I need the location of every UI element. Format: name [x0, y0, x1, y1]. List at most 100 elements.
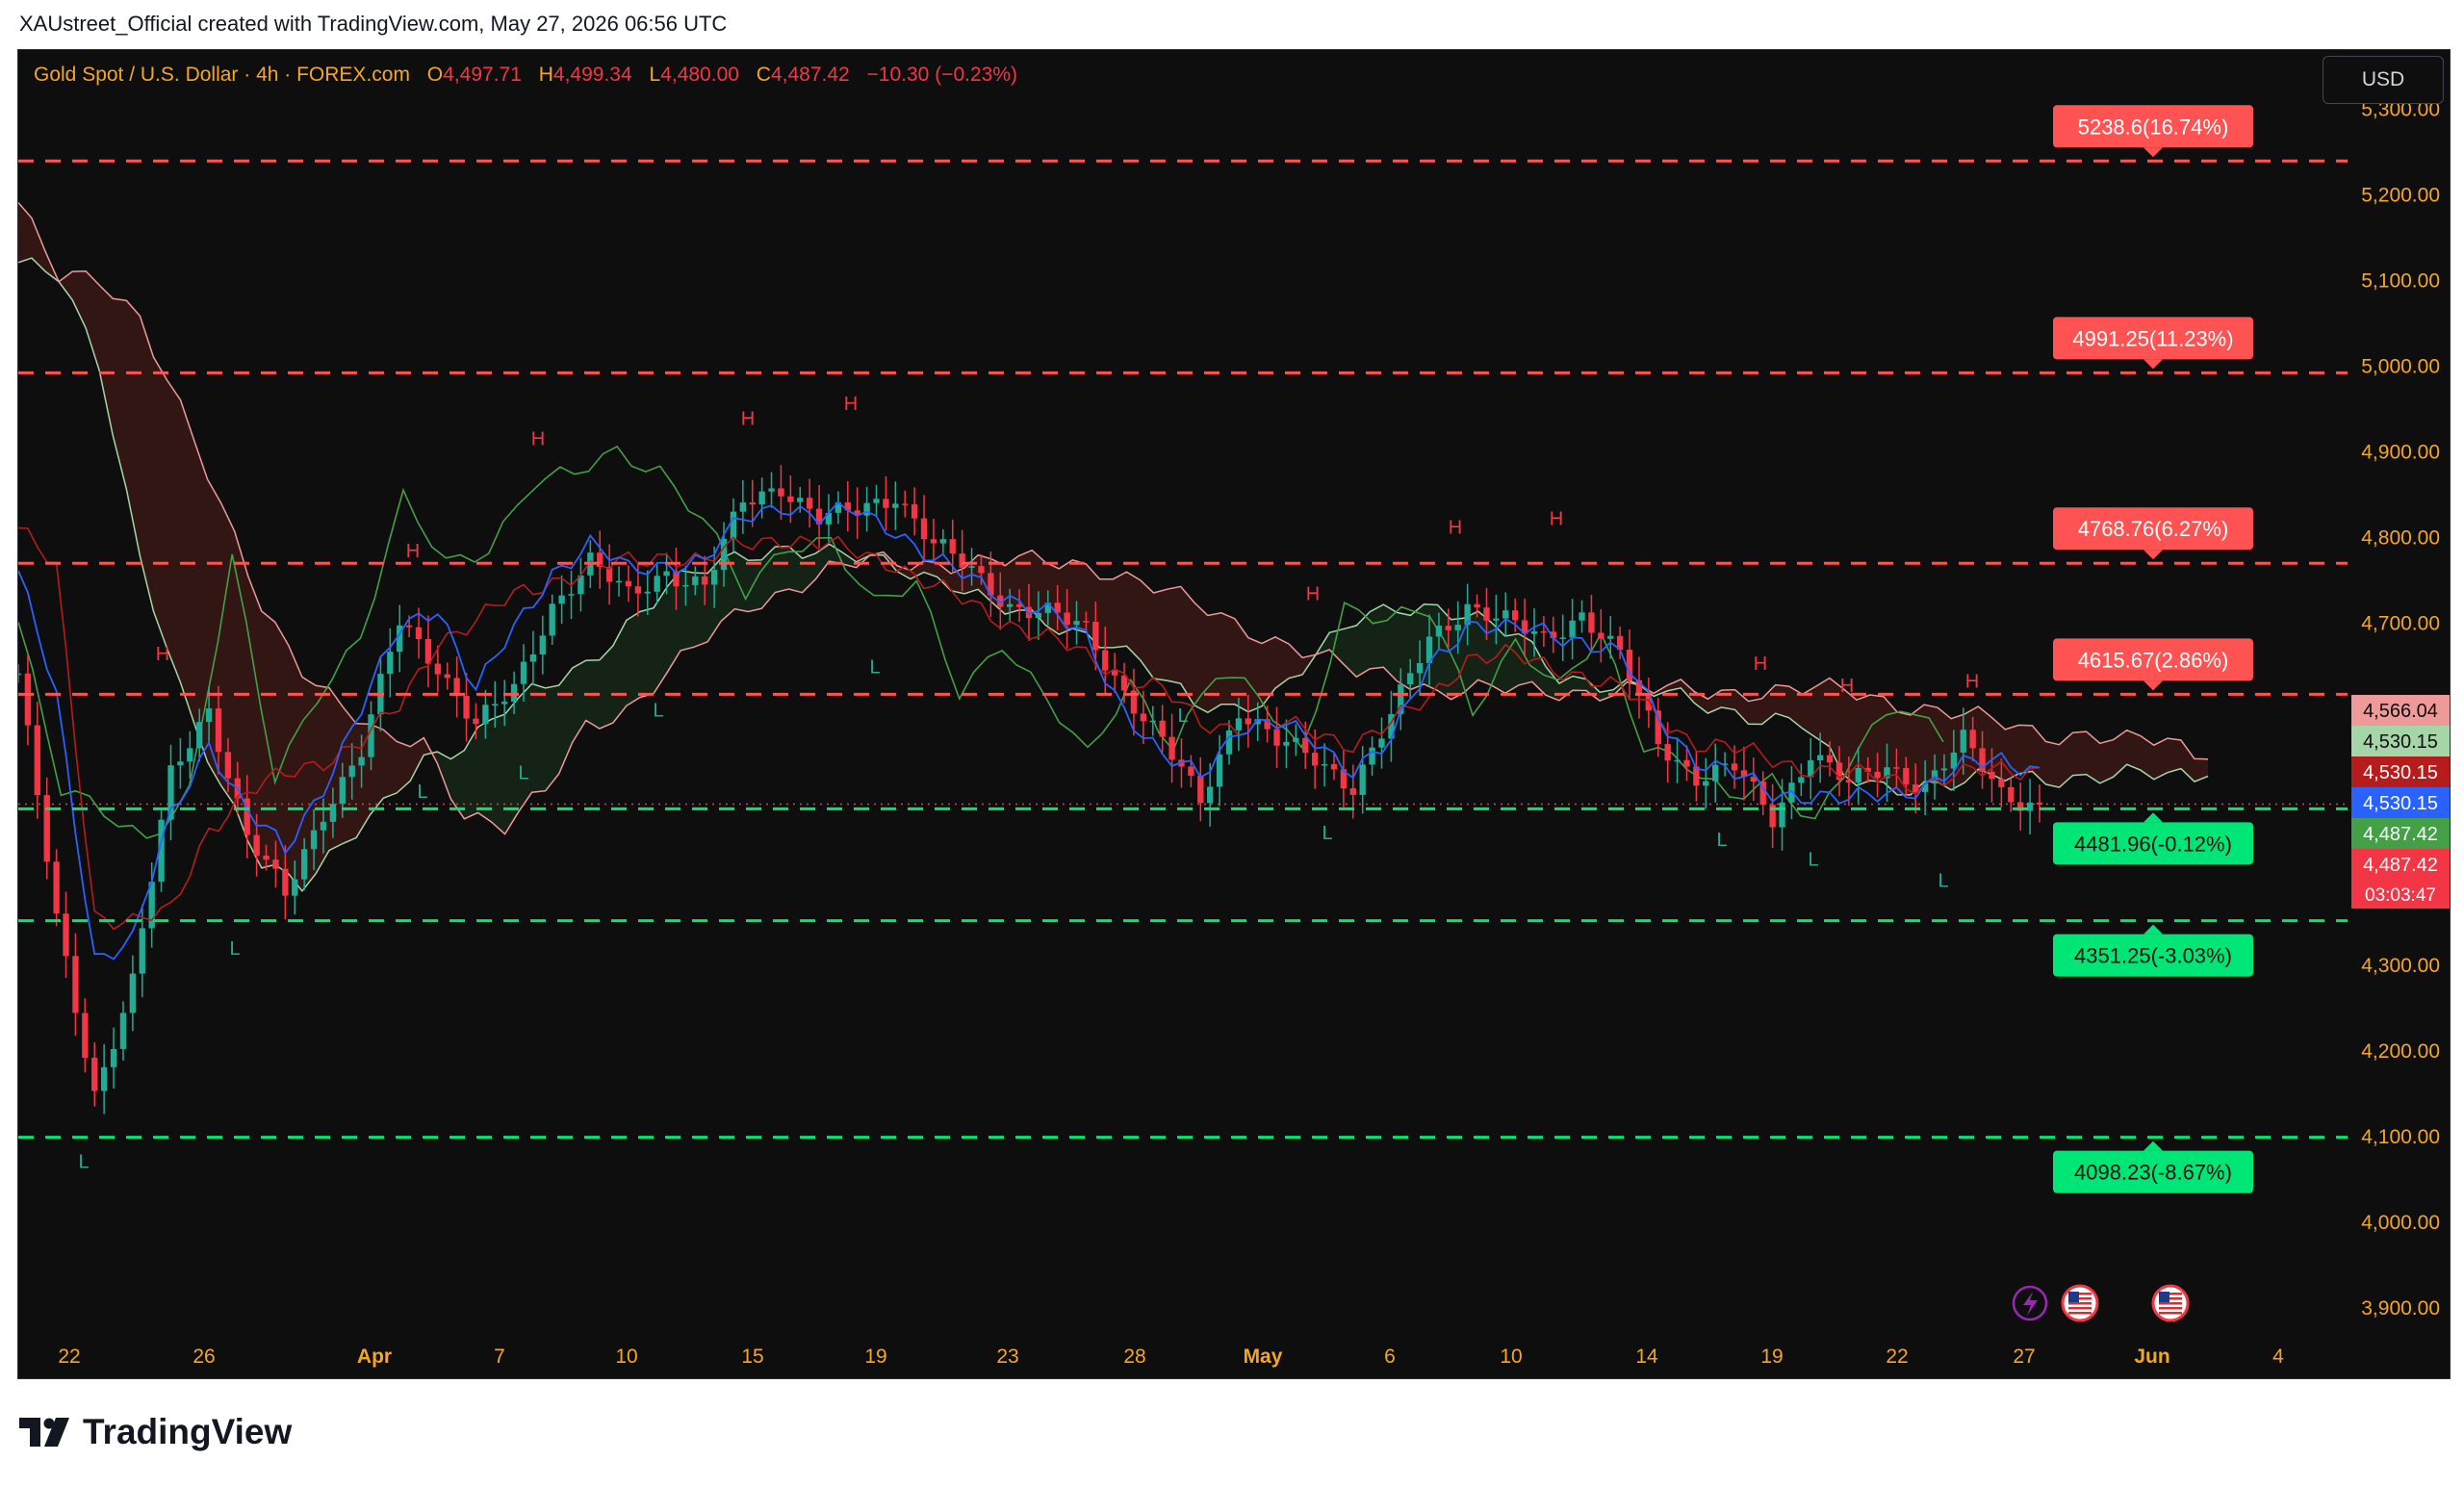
ichimoku-cloud-segment [477, 719, 492, 823]
candle-body [558, 595, 565, 604]
tradingview-brand[interactable]: TradingView [19, 1411, 292, 1453]
candle-body [1245, 718, 1251, 725]
pivot-low-label: L [78, 1151, 89, 1172]
candle-body [892, 503, 899, 508]
candle-body [1530, 630, 1538, 634]
ichimoku-cloud-segment [491, 714, 505, 834]
candle-body [1512, 610, 1519, 621]
candle-body [1188, 766, 1194, 776]
ichimoku-cloud-segment [315, 685, 329, 874]
open-label: O [426, 64, 444, 86]
candle-body [1197, 775, 1204, 804]
ichimoku-cloud-segment [1220, 612, 1235, 705]
chart-caption: XAUstreet_Official created with TradingV… [19, 12, 728, 36]
candle-body [1302, 737, 1309, 754]
candle-body [1940, 768, 1948, 771]
candle-body [167, 765, 174, 820]
y-axis-tick-label: 4,800.00 [2361, 526, 2440, 549]
candle-body [1969, 730, 1976, 749]
ichimoku-cloud-segment [1153, 589, 1168, 681]
pivot-low-label: L [1808, 849, 1818, 870]
candle-body [1559, 637, 1566, 639]
candle-body [1293, 737, 1299, 742]
flag-stripe-icon [2159, 1312, 2182, 1315]
candle-body [63, 913, 69, 957]
candle-body [91, 1057, 98, 1091]
price-chart[interactable]: H H H H H H H H H H H L L L L L L L L L L L 5238.6(16.74%) 4991… [18, 50, 2450, 1378]
ichimoku-cloud-segment [153, 356, 167, 649]
candle-body [968, 566, 975, 568]
candle-body [119, 1013, 127, 1049]
x-axis-tick-label: 10 [615, 1346, 637, 1368]
level-badge-label: 4768.76(6.27%) [2078, 517, 2229, 541]
candle-body [911, 503, 918, 519]
ichimoku-cloud-segment [518, 683, 532, 812]
price-tag-label: 4,487.42 [2363, 824, 2438, 845]
candle-body [539, 635, 546, 655]
ichimoku-cloud-segment [180, 399, 194, 723]
candle-body [301, 849, 308, 880]
x-axis-tick-label: 14 [1635, 1346, 1658, 1368]
ichimoku-cloud-segment [1504, 633, 1519, 694]
pivot-low-label: L [1177, 705, 1188, 727]
candle-body [710, 570, 718, 585]
y-axis-tick-label: 5,000.00 [2361, 356, 2440, 378]
flag-stripe-icon [2159, 1307, 2182, 1310]
price-tag-label: 4,530.15 [2363, 793, 2438, 814]
candle-body [72, 956, 79, 1013]
candle-body [1540, 630, 1548, 633]
candle-body [1483, 607, 1490, 621]
y-axis-tick-label: 4,300.00 [2361, 955, 2440, 977]
ichimoku-cloud-segment [274, 622, 289, 875]
candle-body [720, 538, 728, 571]
candle-body [692, 576, 699, 585]
candle-body [920, 518, 928, 540]
x-axis-tick-label: 4 [2272, 1346, 2284, 1368]
ichimoku-cloud-segment [1477, 611, 1492, 686]
candle-body [1588, 612, 1595, 633]
ichimoku-cloud-segment [1370, 604, 1384, 669]
candle-body [1960, 730, 1966, 753]
candle-body [272, 859, 279, 869]
pivot-high-label: H [741, 408, 755, 429]
ichimoku-cloud-segment [626, 611, 640, 706]
candle-body [415, 627, 423, 639]
level-badge-label: 4351.25(-3.03%) [2074, 944, 2232, 968]
candle-body [959, 553, 965, 568]
candle-body [902, 503, 909, 505]
ichimoku-cloud-segment [2126, 730, 2141, 771]
candle-body [1083, 621, 1090, 623]
candle-body [1598, 632, 1604, 639]
flag-canton-icon [2068, 1292, 2079, 1302]
candle-body [18, 673, 22, 676]
candle-body [444, 674, 450, 679]
candle-body [1731, 763, 1738, 771]
candle-body [863, 502, 870, 516]
level-badge-label: 5238.6(16.74%) [2078, 115, 2229, 139]
candle-body [1073, 621, 1080, 626]
flag-stripe-icon [2068, 1307, 2092, 1310]
chart-area[interactable]: H H H H H H H H H H H L L L L L L L L L L L 5238.6(16.74%) 4991… [17, 49, 2451, 1379]
candle-body [1474, 603, 1480, 608]
open-value: 4,497.71 [443, 64, 522, 86]
currency-button[interactable]: USD [2323, 56, 2444, 104]
candle-body [1826, 755, 1834, 763]
pivot-high-label: H [1306, 584, 1320, 605]
candle-body [177, 761, 184, 766]
candle-body [654, 576, 660, 592]
symbol-legend[interactable]: Gold Spot / U.S. Dollar · 4h · FOREX.com… [34, 64, 1017, 87]
ichimoku-cloud-segment [1775, 684, 1789, 718]
candle-body [1445, 626, 1452, 630]
ichimoku-cloud-segment [1911, 705, 1925, 795]
candle-body [797, 498, 804, 502]
candle-body [196, 722, 203, 749]
pivot-high-label: H [156, 644, 169, 665]
candle-body [1855, 767, 1861, 782]
pivot-low-label: L [1716, 830, 1727, 851]
symbol-title: Gold Spot / U.S. Dollar · 4h · FOREX.com [34, 64, 410, 86]
candle-body [1435, 626, 1443, 637]
x-axis-tick-label: May [1244, 1346, 1283, 1368]
candle-body [930, 539, 937, 544]
candle-body [1779, 802, 1785, 828]
candle-body [529, 654, 537, 662]
